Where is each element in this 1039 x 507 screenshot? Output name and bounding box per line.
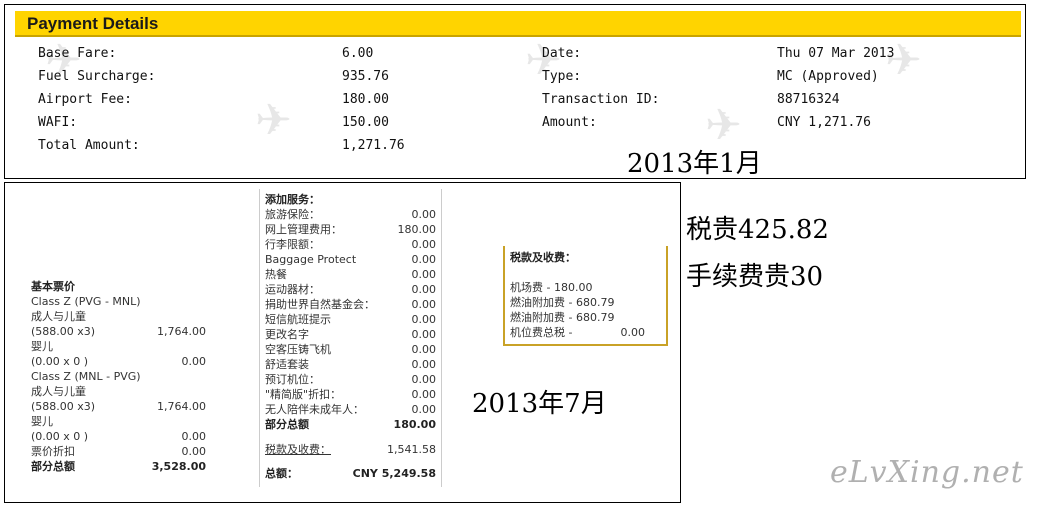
list-item: 运动器材： 0.00 bbox=[265, 283, 436, 296]
list-item: 旅游保险： 0.00 bbox=[265, 208, 436, 221]
list-item: Baggage Protect 0.00 bbox=[265, 253, 436, 266]
airport-fee-value: 180.00 bbox=[342, 92, 389, 107]
site-logo: eLvXing.net bbox=[830, 455, 1024, 490]
taxes-and-fees-link[interactable]: 税款及收费： bbox=[265, 443, 331, 456]
list-item: 成人与儿童 bbox=[31, 385, 86, 398]
list-item: "精简版"折扣： 0.00 bbox=[265, 388, 436, 401]
list-item: Class Z (MNL - PVG) bbox=[31, 370, 141, 383]
grand-total-label: 总额： bbox=[265, 467, 298, 480]
addons-subtotal: 部分总额 180.00 bbox=[265, 418, 436, 431]
base-fare-list: Class Z (PVG - MNL) 成人与儿童 (588.00 x3) 1,7… bbox=[31, 294, 206, 474]
transaction-id-value: 88716324 bbox=[777, 92, 840, 107]
grand-total-value: CNY 5,249.58 bbox=[352, 467, 436, 480]
base-fare-label: Base Fare: bbox=[38, 46, 117, 61]
base-fare-title: 基本票价 bbox=[31, 280, 75, 293]
taxes-box-list: 机场费 - 180.00 燃油附加费 - 680.79 燃油附加费 - 680.… bbox=[510, 280, 645, 340]
total-amount-label: Total Amount: bbox=[38, 138, 140, 153]
list-item: 捐助世界自然基金会： 0.00 bbox=[265, 298, 436, 311]
payment-details-header: Payment Details bbox=[15, 11, 1021, 37]
taxes-box-title: 税款及收费： bbox=[510, 251, 576, 264]
base-fare-value: 6.00 bbox=[342, 46, 374, 61]
list-item: (588.00 x3) 1,764.00 bbox=[31, 325, 206, 338]
list-item: 机场费 - 180.00 bbox=[510, 281, 593, 294]
fuel-surcharge-label: Fuel Surcharge: bbox=[38, 69, 156, 84]
date-value: Thu 07 Mar 2013 bbox=[777, 46, 895, 61]
transaction-id-label: Transaction ID: bbox=[542, 92, 660, 107]
taxes-and-fees-row: 税款及收费： 1,541.58 bbox=[265, 442, 436, 457]
taxes-breakdown-box: 税款及收费： 机场费 - 180.00 燃油附加费 - 680.79 燃油附加费… bbox=[503, 246, 668, 346]
list-item: 空客压铸飞机 0.00 bbox=[265, 343, 436, 356]
column-divider bbox=[259, 189, 260, 487]
list-item: 热餐 0.00 bbox=[265, 268, 436, 281]
list-item: 无人陪伴未成年人： 0.00 bbox=[265, 403, 436, 416]
wafi-label: WAFI: bbox=[38, 115, 78, 130]
total-amount-value: 1,271.76 bbox=[342, 138, 405, 153]
column-divider bbox=[441, 189, 442, 487]
list-item: 成人与儿童 bbox=[31, 310, 86, 323]
addons-list: 旅游保险： 0.00 网上管理费用： 180.00 行李限额： 0.00 Baggag… bbox=[265, 207, 436, 432]
list-item: (588.00 x3) 1,764.00 bbox=[31, 400, 206, 413]
list-item: 舒适套装 0.00 bbox=[265, 358, 436, 371]
list-item: 燃油附加费 - 680.79 bbox=[510, 311, 615, 324]
payment-details-title: Payment Details bbox=[27, 14, 159, 33]
amount-label: Amount: bbox=[542, 115, 597, 130]
list-item: 短信航班提示 0.00 bbox=[265, 313, 436, 326]
month-note-january: 2013年1月 bbox=[627, 149, 762, 179]
month-note-july: 2013年7月 bbox=[472, 389, 607, 419]
base-fare-subtotal: 部分总额 3,528.00 bbox=[31, 460, 206, 473]
list-item: 网上管理费用： 180.00 bbox=[265, 223, 436, 236]
type-value: MC (Approved) bbox=[777, 69, 879, 84]
list-item: 机位费总税 - 0.00 bbox=[510, 326, 645, 339]
list-item: Class Z (PVG - MNL) bbox=[31, 295, 141, 308]
addons-title: 添加服务： bbox=[265, 193, 320, 206]
grand-total-row: 总额： CNY 5,249.58 bbox=[265, 466, 436, 481]
list-item: 婴儿 bbox=[31, 340, 53, 353]
list-item: 燃油附加费 - 680.79 bbox=[510, 296, 615, 309]
list-item: 婴儿 bbox=[31, 415, 53, 428]
amount-value: CNY 1,271.76 bbox=[777, 115, 871, 130]
airport-fee-label: Airport Fee: bbox=[38, 92, 132, 107]
fuel-surcharge-value: 935.76 bbox=[342, 69, 389, 84]
list-item: (0.00 x 0 ) 0.00 bbox=[31, 430, 206, 443]
list-item: 票价折扣 0.00 bbox=[31, 445, 206, 458]
tax-note: 税贵425.82 bbox=[686, 215, 829, 245]
date-label: Date: bbox=[542, 46, 582, 61]
list-item: 更改名字 0.00 bbox=[265, 328, 436, 341]
list-item: (0.00 x 0 ) 0.00 bbox=[31, 355, 206, 368]
list-item: 预订机位： 0.00 bbox=[265, 373, 436, 386]
wafi-value: 150.00 bbox=[342, 115, 389, 130]
fee-note: 手续费贵30 bbox=[686, 262, 824, 292]
watermark-plane-icon: ✈ bbox=[255, 95, 292, 146]
taxes-and-fees-value: 1,541.58 bbox=[387, 443, 436, 456]
type-label: Type: bbox=[542, 69, 582, 84]
list-item: 行李限额： 0.00 bbox=[265, 238, 436, 251]
payment-details-panel: ✈ ✈ ✈ ✈ ✈ Payment Details Base Fare: 6.0… bbox=[4, 4, 1026, 179]
